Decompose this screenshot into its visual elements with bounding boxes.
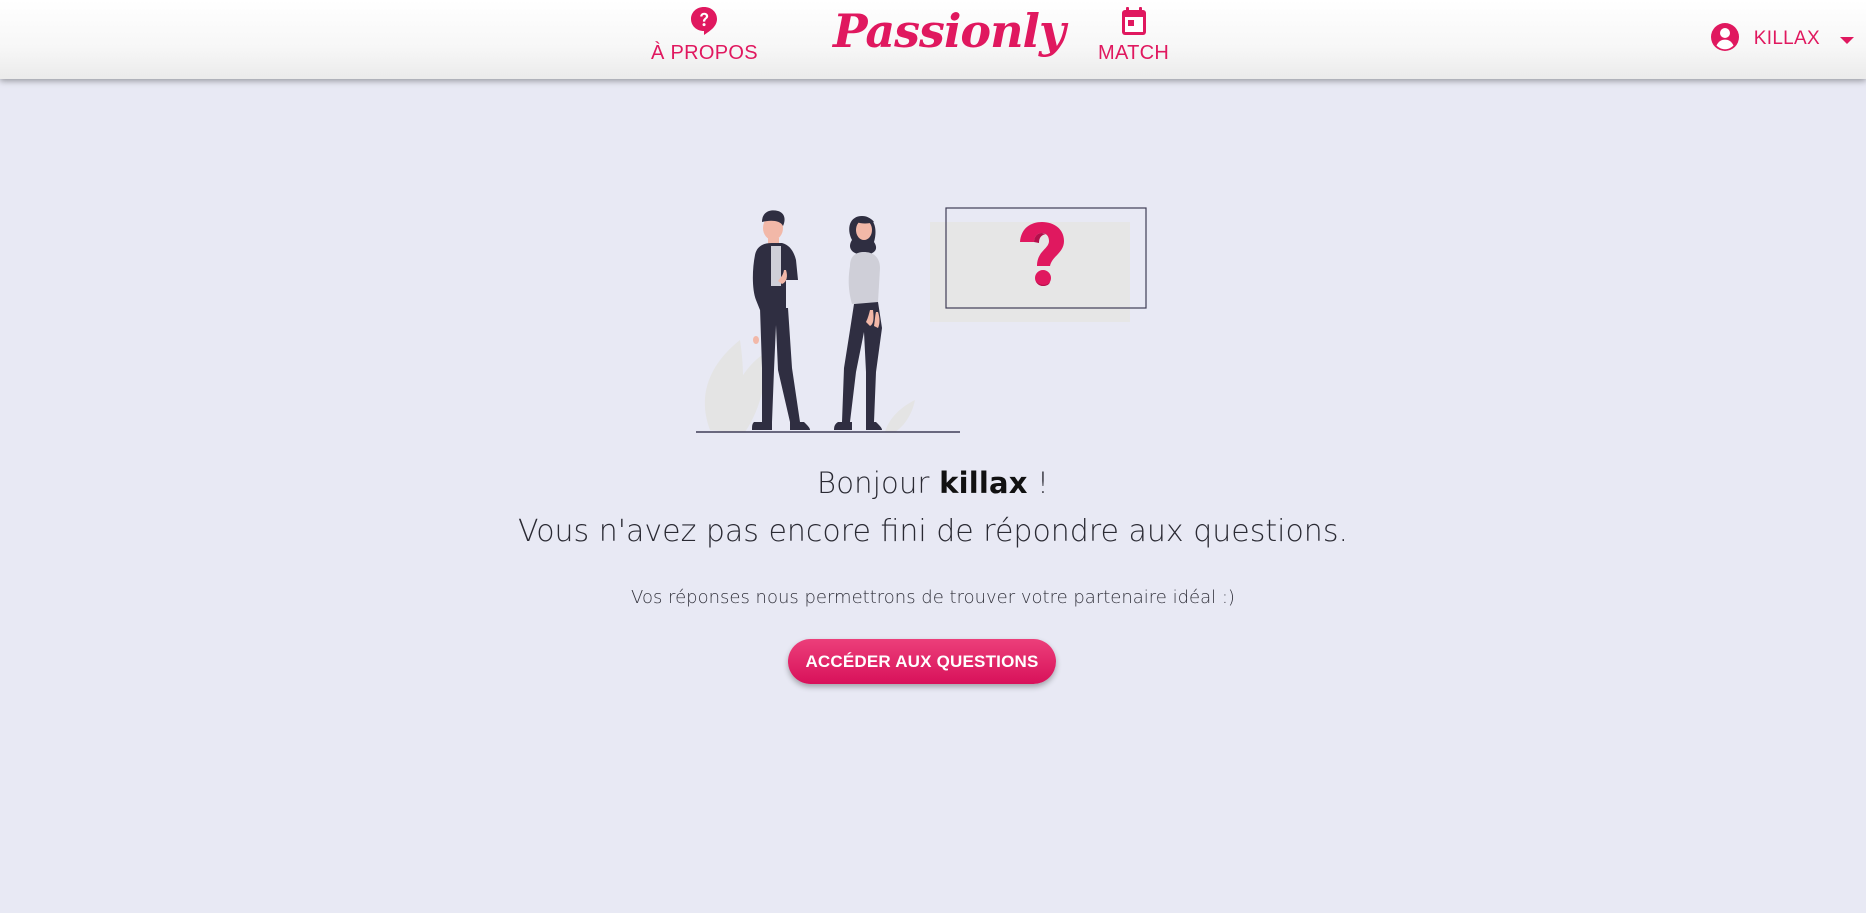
unfinished-questions-message: Vous n'avez pas encore fini de répondre …	[518, 514, 1348, 549]
app-logo[interactable]: Passionly	[833, 4, 1066, 58]
nav-about-label: À PROPOS	[651, 42, 758, 64]
nav-match-label: MATCH	[1098, 42, 1170, 64]
user-menu[interactable]: KILLAX	[1710, 22, 1854, 56]
top-navbar: À PROPOS Passionly MATCH KILLAX	[0, 0, 1866, 79]
nav-about[interactable]: À PROPOS	[651, 6, 758, 65]
nav-match[interactable]: MATCH	[1098, 6, 1169, 65]
user-name: KILLAX	[1753, 28, 1820, 49]
greeting-suffix: !	[1027, 466, 1049, 500]
caret-down-icon	[1840, 30, 1854, 49]
account-circle-icon	[1710, 22, 1740, 56]
calendar-icon	[1120, 6, 1148, 40]
access-questions-button[interactable]: ACCÉDER AUX QUESTIONS	[788, 639, 1056, 684]
greeting: Bonjour killax !	[0, 466, 1866, 500]
question-bubble-icon	[690, 6, 718, 40]
woman-figure	[834, 216, 882, 430]
greeting-username: killax	[939, 466, 1028, 500]
greeting-prefix: Bonjour	[817, 466, 940, 500]
partner-hint: Vos réponses nous permettrons de trouver…	[631, 587, 1235, 608]
couple-question-illustration	[690, 200, 1160, 440]
